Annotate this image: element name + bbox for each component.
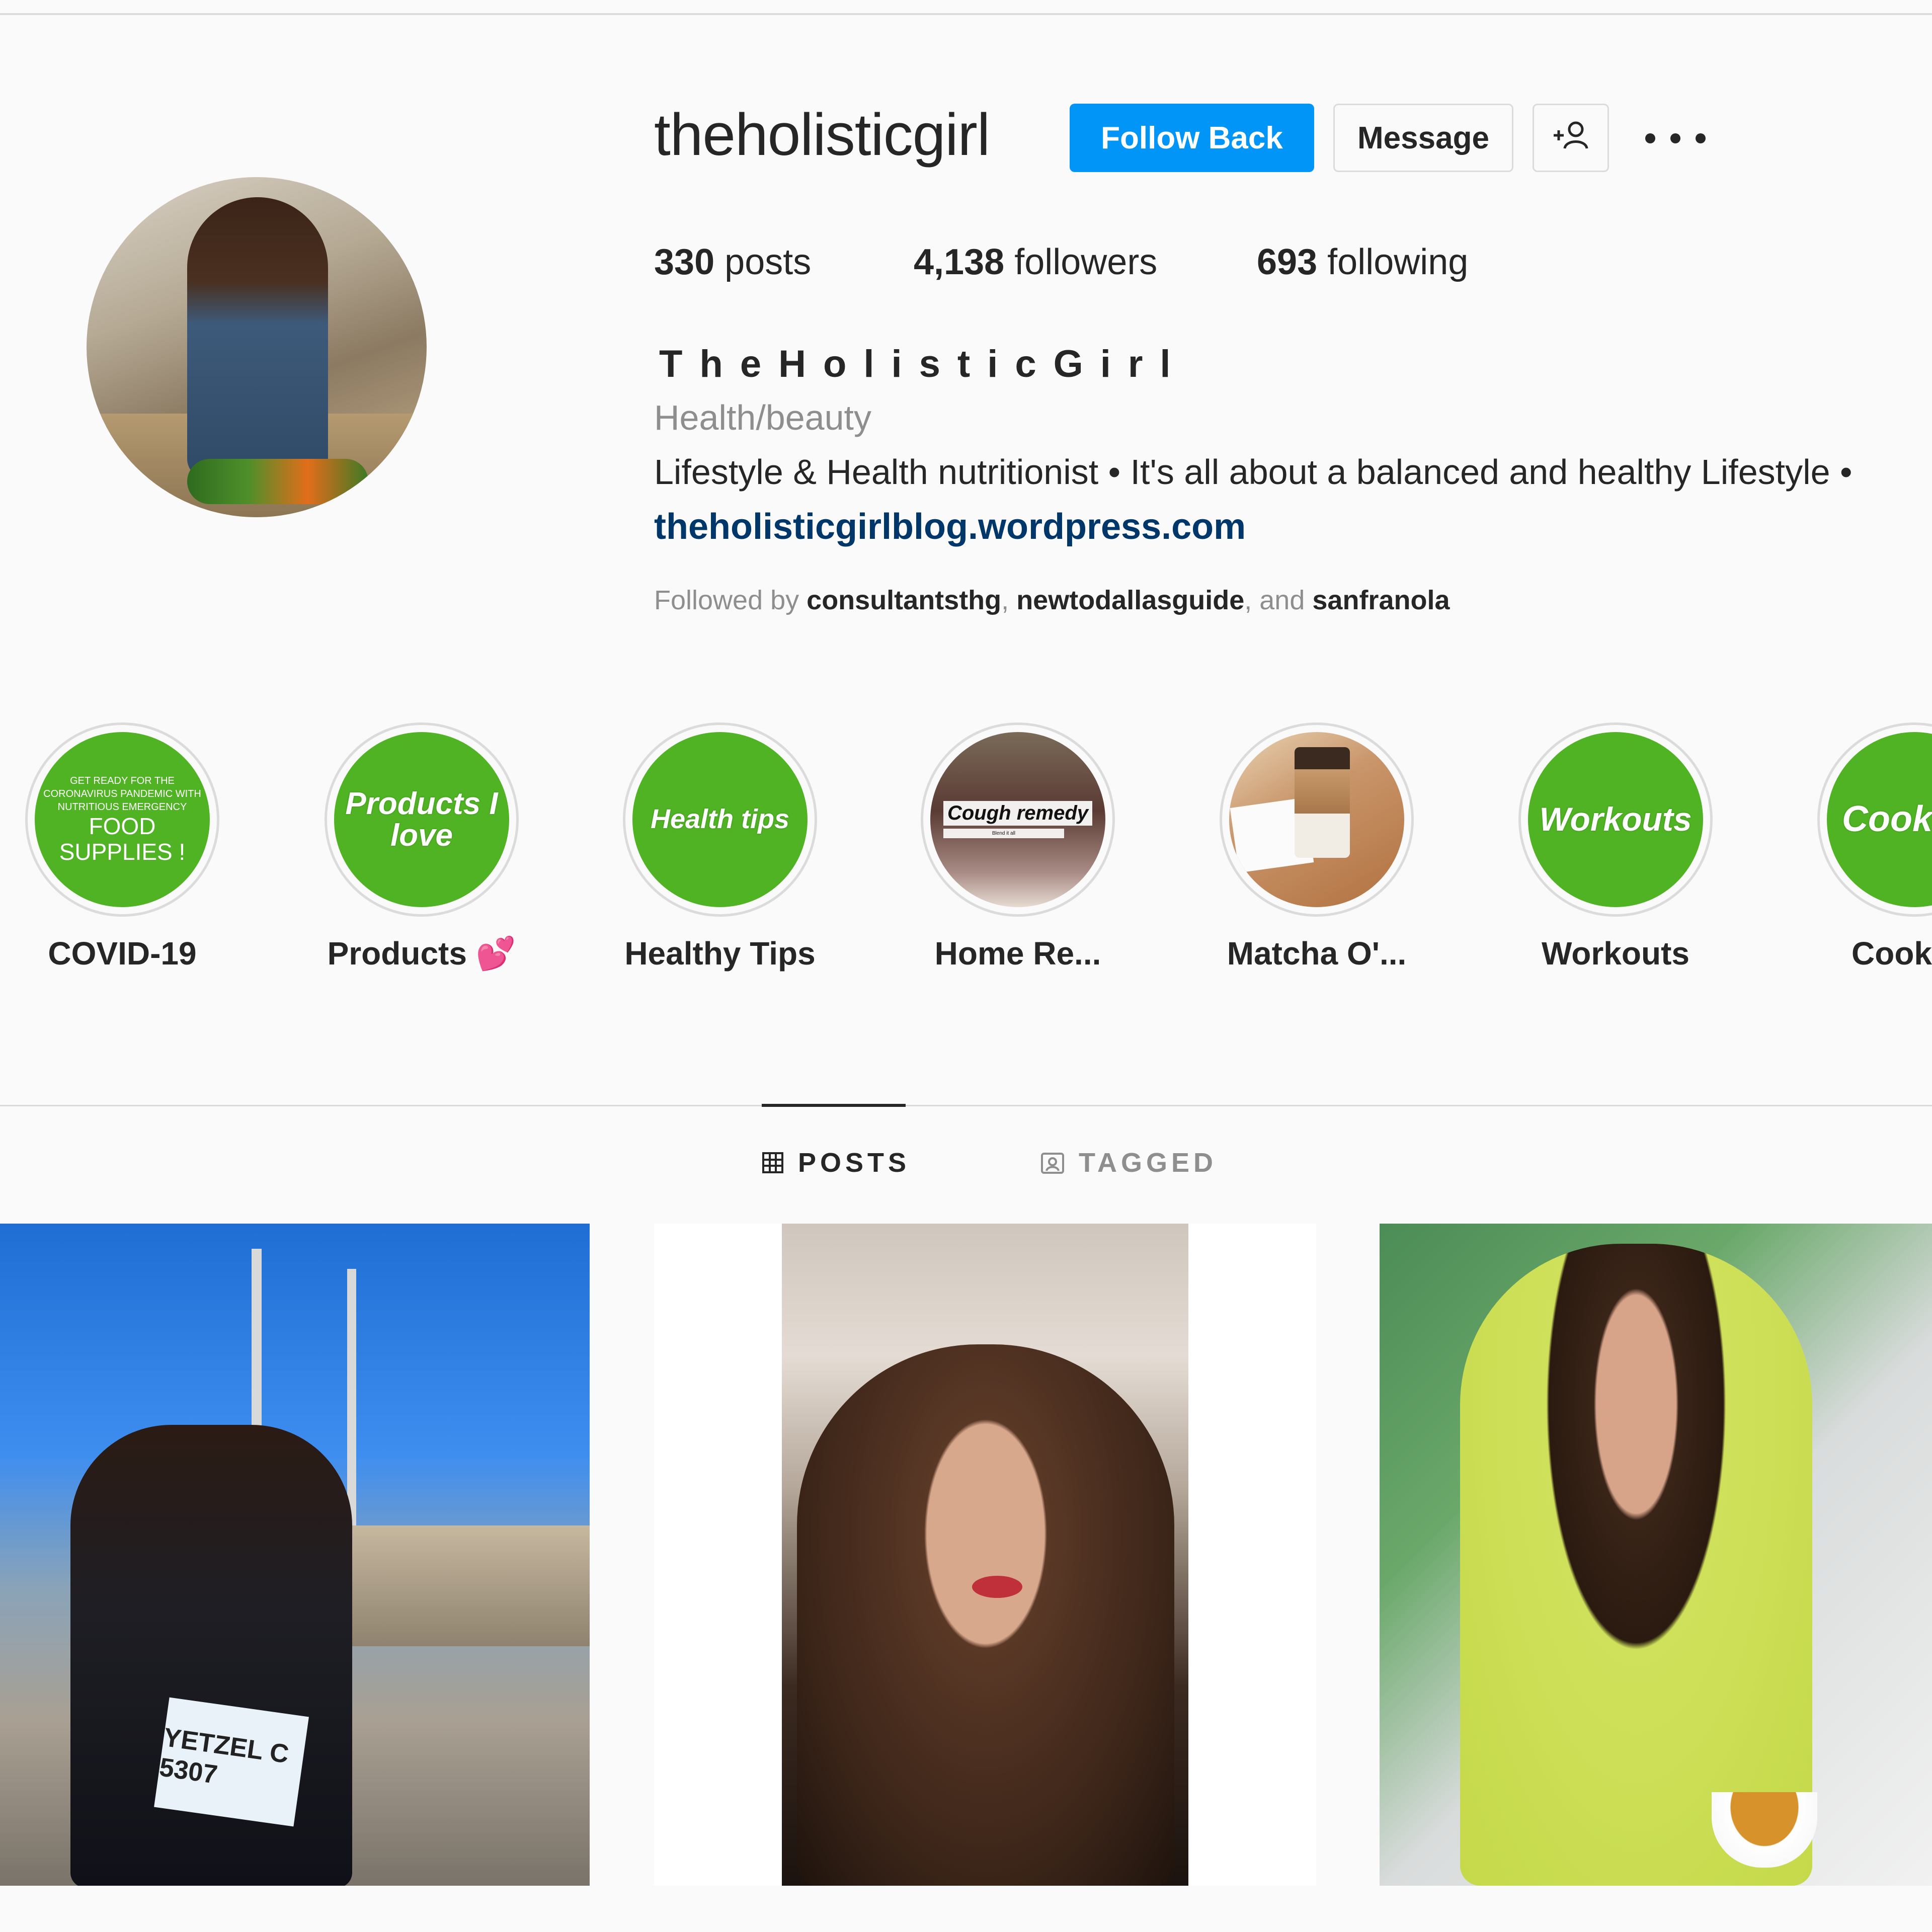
- highlight-label: Home Re...: [934, 935, 1101, 972]
- followed-by-user[interactable]: sanfranola: [1312, 585, 1450, 615]
- tab-posts-label: POSTS: [798, 1148, 911, 1178]
- dot: [1670, 133, 1680, 143]
- followed-by-user[interactable]: newtodallasguide: [1016, 585, 1244, 615]
- tabs-divider: [0, 1105, 1932, 1106]
- active-tab-indicator: [762, 1104, 906, 1107]
- posts-count: 330: [654, 242, 715, 282]
- highlight-cover-text: Cook: [1842, 799, 1932, 840]
- highlight-cover-cup: [1295, 747, 1350, 858]
- highlight-ring: Products I love: [325, 722, 519, 917]
- highlight-ring: Cook: [1817, 722, 1932, 917]
- following-count: 693: [1257, 242, 1318, 282]
- highlight-cover: [1229, 732, 1404, 907]
- followed-by-user[interactable]: consultantsthg: [807, 585, 1001, 615]
- post-portrait: [797, 1344, 1174, 1886]
- highlight-label: Healthy Tips: [624, 935, 816, 972]
- highlight-healthy-tips[interactable]: Health tips Healthy Tips: [623, 722, 817, 972]
- tab-tagged-label: TAGGED: [1079, 1148, 1217, 1178]
- following-stat[interactable]: 693 following: [1257, 242, 1468, 283]
- profile-website-link[interactable]: theholisticgirlblog.wordpress.com: [654, 506, 1246, 547]
- highlight-cover-text: Workouts: [1539, 800, 1692, 838]
- profile-username: theholisticgirl: [654, 102, 990, 168]
- posts-label: posts: [725, 242, 812, 282]
- dot: [1645, 133, 1655, 143]
- highlight-cover: GET READY FOR THE CORONAVIRUS PANDEMIC W…: [35, 732, 210, 907]
- highlight-label: Products 💕: [327, 935, 516, 972]
- followers-count: 4,138: [914, 242, 1005, 282]
- tab-posts[interactable]: POSTS: [762, 1147, 910, 1178]
- highlight-cover-text: Cough remedy: [943, 801, 1093, 826]
- top-border: [0, 13, 1932, 15]
- highlight-cover: Products I love: [334, 732, 509, 907]
- post-thumbnail[interactable]: [1380, 1224, 1932, 1886]
- followers-label: followers: [1014, 242, 1158, 282]
- suggested-accounts-button[interactable]: [1533, 104, 1609, 172]
- highlight-label: COVID-19: [48, 935, 197, 972]
- post-thumbnail[interactable]: [654, 1224, 1316, 1886]
- following-label: following: [1327, 242, 1469, 282]
- tagged-icon: [1040, 1151, 1065, 1175]
- post-portrait-lips: [972, 1576, 1022, 1598]
- highlight-ring: GET READY FOR THE CORONAVIRUS PANDEMIC W…: [25, 722, 219, 917]
- profile-avatar[interactable]: [87, 177, 427, 517]
- follow-back-button[interactable]: Follow Back: [1070, 104, 1314, 172]
- post-portrait: [1460, 1244, 1812, 1886]
- highlight-cover: Workouts: [1528, 732, 1703, 907]
- followed-by-prefix: Followed by: [654, 585, 799, 615]
- highlight-ring: Health tips: [623, 722, 817, 917]
- highlight-label: Workouts: [1542, 935, 1689, 972]
- highlight-cover-small-text: GET READY FOR THE CORONAVIRUS PANDEMIC W…: [43, 775, 201, 813]
- dot: [1696, 133, 1706, 143]
- post-video-frame: [782, 1224, 1188, 1886]
- tab-tagged[interactable]: TAGGED: [1040, 1147, 1217, 1178]
- followers-stat[interactable]: 4,138 followers: [914, 242, 1157, 283]
- posts-stat: 330 posts: [654, 242, 811, 283]
- highlight-label: Matcha O'...: [1227, 935, 1407, 972]
- profile-full-name: TheHolisticGirl: [659, 343, 1188, 385]
- highlight-cover: Cook: [1827, 732, 1932, 907]
- followed-by-line: Followed by consultantsthg, newtodallasg…: [654, 585, 1450, 616]
- highlight-ring: Workouts: [1518, 722, 1713, 917]
- separator: ,: [1001, 585, 1009, 615]
- avatar-person: [187, 197, 328, 479]
- highlight-ring: [1220, 722, 1414, 917]
- highlight-cover-text: FOOD SUPPLIES !: [59, 813, 186, 865]
- highlight-cook[interactable]: Cook Cook: [1817, 722, 1932, 972]
- highlight-cover-text: Health tips: [650, 804, 790, 835]
- profile-bio: Lifestyle & Health nutritionist • It's a…: [654, 452, 1853, 492]
- more-options-icon[interactable]: [1645, 121, 1706, 156]
- highlight-home-remedies[interactable]: Cough remedy Blend it all Home Re...: [921, 722, 1115, 972]
- highlight-cover: Health tips: [632, 732, 808, 907]
- grid-icon: [762, 1152, 784, 1174]
- separator: , and: [1244, 585, 1305, 615]
- post-race-bib: YETZEL C 5307: [154, 1697, 309, 1827]
- highlight-matcha[interactable]: Matcha O'...: [1220, 722, 1414, 972]
- post-thumbnail[interactable]: YETZEL C 5307: [0, 1224, 590, 1886]
- profile-category: Health/beauty: [654, 398, 871, 437]
- highlight-ring: Cough remedy Blend it all: [921, 722, 1115, 917]
- message-button[interactable]: Message: [1333, 104, 1513, 172]
- highlight-workouts[interactable]: Workouts Workouts: [1518, 722, 1713, 972]
- highlight-products[interactable]: Products I love Products 💕: [325, 722, 519, 973]
- avatar-vegetables: [187, 459, 368, 504]
- highlight-cover-small-text: Blend it all: [943, 829, 1064, 838]
- highlight-cover-text: Products I love: [345, 786, 498, 853]
- suggest-person-icon: [1551, 118, 1591, 158]
- post-runner: [70, 1425, 352, 1886]
- highlight-covid[interactable]: GET READY FOR THE CORONAVIRUS PANDEMIC W…: [25, 722, 219, 972]
- highlight-label: Cook: [1852, 935, 1932, 972]
- highlight-cover: Cough remedy Blend it all: [930, 732, 1105, 907]
